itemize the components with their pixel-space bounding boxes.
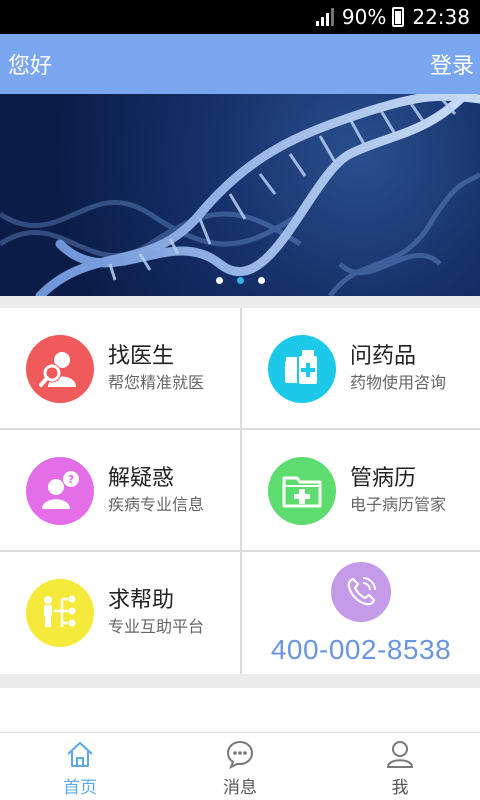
app-header: 您好 登录 <box>0 34 480 94</box>
svg-text:?: ? <box>68 473 74 486</box>
tab-home[interactable]: 首页 <box>0 733 160 800</box>
resolve-doubts-button[interactable]: ? 解疑惑 疾病专业信息 <box>0 430 240 552</box>
manage-records-button[interactable]: 管病历 电子病历管家 <box>242 430 480 552</box>
battery-percent: 90% <box>341 5 387 29</box>
feature-title: 求帮助 <box>108 588 175 613</box>
tab-label: 首页 <box>63 778 97 798</box>
banner-carousel[interactable] <box>0 94 480 296</box>
feature-title: 管病历 <box>350 466 417 491</box>
phone-icon <box>331 562 391 622</box>
signal-icon <box>315 8 334 26</box>
feature-title: 找医生 <box>108 344 175 369</box>
carousel-dot-active[interactable] <box>236 277 244 284</box>
hotline-number[interactable]: 400-002-8538 <box>271 634 451 666</box>
user-icon <box>387 741 413 768</box>
feature-subtitle: 药物使用咨询 <box>350 373 447 392</box>
clock: 22:38 <box>412 5 470 29</box>
help-network-icon <box>26 579 94 647</box>
message-icon <box>226 740 254 769</box>
question-person-icon: ? <box>26 457 94 525</box>
battery-icon <box>392 7 405 27</box>
doctor-search-icon <box>26 335 94 403</box>
bottom-tab-bar: 首页 消息 我 <box>0 732 480 800</box>
carousel-dot[interactable] <box>215 277 223 284</box>
dna-helix-image <box>0 94 480 296</box>
feature-subtitle: 专业互助平台 <box>108 617 205 636</box>
find-doctor-button[interactable]: 找医生 帮您精准就医 <box>0 308 240 430</box>
feature-subtitle: 帮您精准就医 <box>108 373 205 392</box>
feature-subtitle: 疾病专业信息 <box>108 495 205 514</box>
ask-medicine-button[interactable]: 问药品 药物使用咨询 <box>242 308 480 430</box>
feature-title: 解疑惑 <box>108 466 175 491</box>
seek-help-button[interactable]: 求帮助 专业互助平台 <box>0 552 240 674</box>
feature-grid: 找医生 帮您精准就医 问药品 药物使用咨询 ? 解疑惑 疾病专业信息 管病历 电… <box>0 308 480 674</box>
carousel-dot[interactable] <box>257 277 265 284</box>
feature-title: 问药品 <box>350 344 417 369</box>
feature-subtitle: 电子病历管家 <box>350 495 447 514</box>
tab-me[interactable]: 我 <box>320 733 480 800</box>
tab-messages[interactable]: 消息 <box>160 733 320 800</box>
home-icon <box>67 742 93 767</box>
greeting-text: 您好 <box>8 54 53 79</box>
medical-folder-icon <box>268 457 336 525</box>
tab-label: 消息 <box>223 778 257 798</box>
tab-label: 我 <box>391 778 409 798</box>
section-divider <box>0 296 480 308</box>
section-divider <box>0 674 480 688</box>
status-bar: 90% 22:38 <box>0 0 480 34</box>
medicine-icon <box>268 335 336 403</box>
login-button[interactable]: 登录 <box>430 48 474 80</box>
hotline-button[interactable]: 400-002-8538 <box>242 552 480 674</box>
carousel-dots <box>0 277 480 284</box>
